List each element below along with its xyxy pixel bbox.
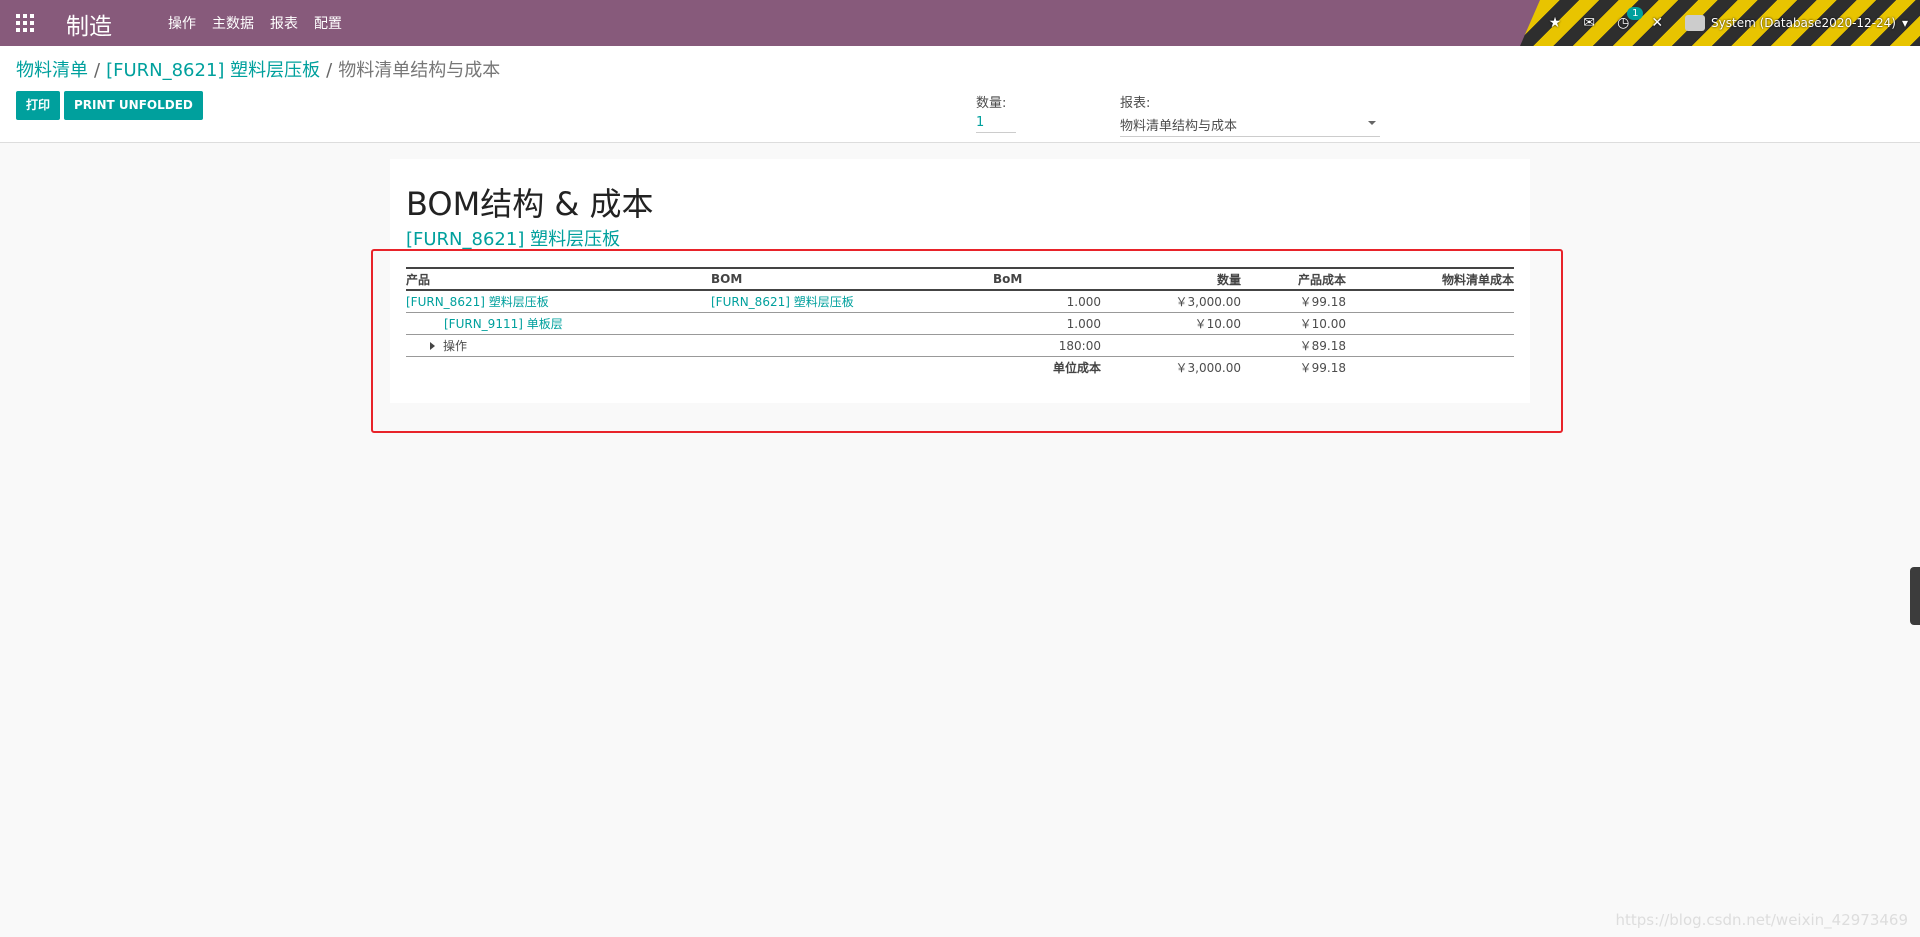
side-handle[interactable] xyxy=(1910,567,1920,625)
chevron-down-icon xyxy=(1368,121,1376,125)
report-type-field: 报表: 物料清单结构与成本 xyxy=(1120,92,1380,137)
print-unfolded-button[interactable]: PRINT UNFOLDED xyxy=(64,91,203,120)
user-menu[interactable]: System (Database2020-12-24) ▾ xyxy=(1685,15,1908,31)
chat-icon[interactable]: ✉ xyxy=(1583,15,1595,31)
breadcrumb-separator: / xyxy=(326,60,333,81)
print-button[interactable]: 打印 xyxy=(16,91,61,120)
breadcrumb-product[interactable]: [FURN_8621] 塑料层压板 xyxy=(106,60,320,81)
report-type-select[interactable]: 物料清单结构与成本 xyxy=(1120,115,1380,137)
star-icon[interactable]: ★ xyxy=(1549,15,1562,31)
debug-close-icon[interactable]: ✕ xyxy=(1651,15,1663,31)
breadcrumb-current: 物料清单结构与成本 xyxy=(338,60,501,81)
control-panel: 物料清单 / [FURN_8621] 塑料层压板 / 物料清单结构与成本 打印 PRIN… xyxy=(0,46,1920,143)
menu-item-configuration[interactable]: 配置 xyxy=(314,13,342,33)
breadcrumb-bom[interactable]: 物料清单 xyxy=(16,60,88,81)
watermark: https://blog.csdn.net/weixin_42973469 xyxy=(1615,911,1908,929)
breadcrumb-separator: / xyxy=(94,60,101,81)
quantity-field: 数量: 1 xyxy=(976,92,1016,133)
main-menu: 操作 主数据 报表 配置 xyxy=(168,0,358,46)
menu-item-reporting[interactable]: 报表 xyxy=(270,13,298,33)
top-navbar: 制造 操作 主数据 报表 配置 ★ ✉ ◷ 1 ✕ System (Databas… xyxy=(0,0,1920,46)
activity-badge: 1 xyxy=(1627,7,1644,20)
highlight-annotation-box xyxy=(371,249,1563,433)
systray: ★ ✉ ◷ 1 ✕ System (Database2020-12-24) ▾ xyxy=(1549,0,1908,46)
user-name: System (Database2020-12-24) xyxy=(1711,16,1896,30)
activity-clock-icon[interactable]: ◷ 1 xyxy=(1617,7,1644,31)
menu-item-operations[interactable]: 操作 xyxy=(168,13,196,33)
avatar xyxy=(1685,15,1706,31)
menu-item-master-data[interactable]: 主数据 xyxy=(212,13,254,33)
report-subtitle[interactable]: [FURN_8621] 塑料层压板 xyxy=(406,225,620,251)
app-title[interactable]: 制造 xyxy=(66,7,112,41)
report-type-value: 物料清单结构与成本 xyxy=(1120,119,1238,134)
quantity-input[interactable]: 1 xyxy=(976,115,1016,133)
breadcrumb: 物料清单 / [FURN_8621] 塑料层压板 / 物料清单结构与成本 xyxy=(16,56,500,82)
report-type-label: 报表: xyxy=(1120,96,1151,111)
report-buttons: 打印 PRINT UNFOLDED xyxy=(16,91,203,120)
report-title: BOM结构 & 成本 xyxy=(406,185,654,223)
chevron-down-icon: ▾ xyxy=(1901,16,1908,30)
quantity-label: 数量: xyxy=(976,96,1007,111)
apps-menu-icon[interactable] xyxy=(16,14,34,32)
